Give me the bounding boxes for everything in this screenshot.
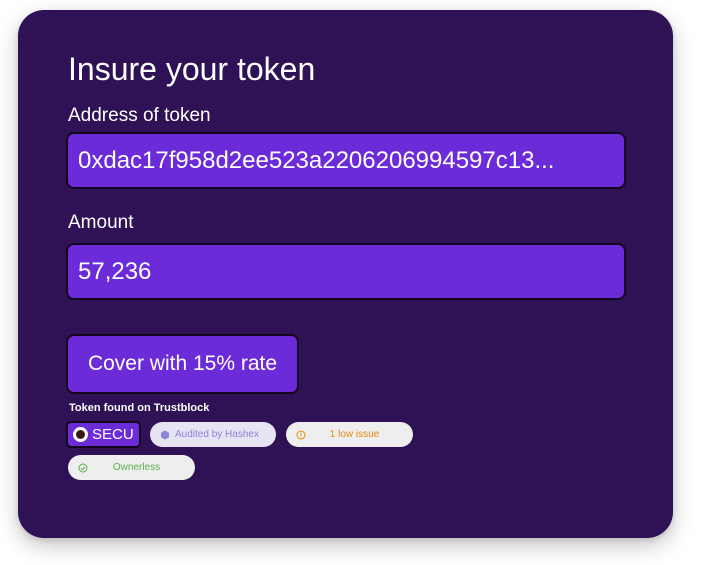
page-title: Insure your token: [68, 51, 316, 87]
amount-value: 57,236: [78, 257, 152, 285]
amount-label: Amount: [68, 212, 134, 233]
ownerless-badge-label: Ownerless: [112, 462, 161, 473]
issue-badge[interactable]: 1 low issue: [286, 422, 413, 447]
insure-token-card: Insure your token Address of token 0xdac…: [18, 10, 673, 538]
token-symbol: SECU: [92, 426, 134, 443]
token-address-value: 0xdac17f958d2ee523a2206206994597c13...: [78, 146, 555, 174]
ownerless-badge[interactable]: Ownerless: [68, 455, 195, 480]
trustblock-found-text: Token found on Trustblock: [69, 402, 210, 414]
audit-badge-label: Audited by Hashex: [175, 429, 259, 440]
token-address-input[interactable]: 0xdac17f958d2ee523a2206206994597c13...: [66, 132, 626, 189]
hexagon-icon: [160, 430, 170, 440]
audit-badge[interactable]: Audited by Hashex: [150, 422, 276, 447]
issue-badge-label: 1 low issue: [329, 429, 380, 440]
check-circle-icon: [78, 463, 88, 473]
warning-circle-icon: [296, 430, 306, 440]
token-logo-icon: [73, 427, 88, 442]
token-symbol-badge[interactable]: SECU: [66, 421, 141, 448]
cover-button[interactable]: Cover with 15% rate: [66, 334, 299, 394]
amount-input[interactable]: 57,236: [66, 243, 626, 300]
address-label: Address of token: [68, 105, 211, 126]
